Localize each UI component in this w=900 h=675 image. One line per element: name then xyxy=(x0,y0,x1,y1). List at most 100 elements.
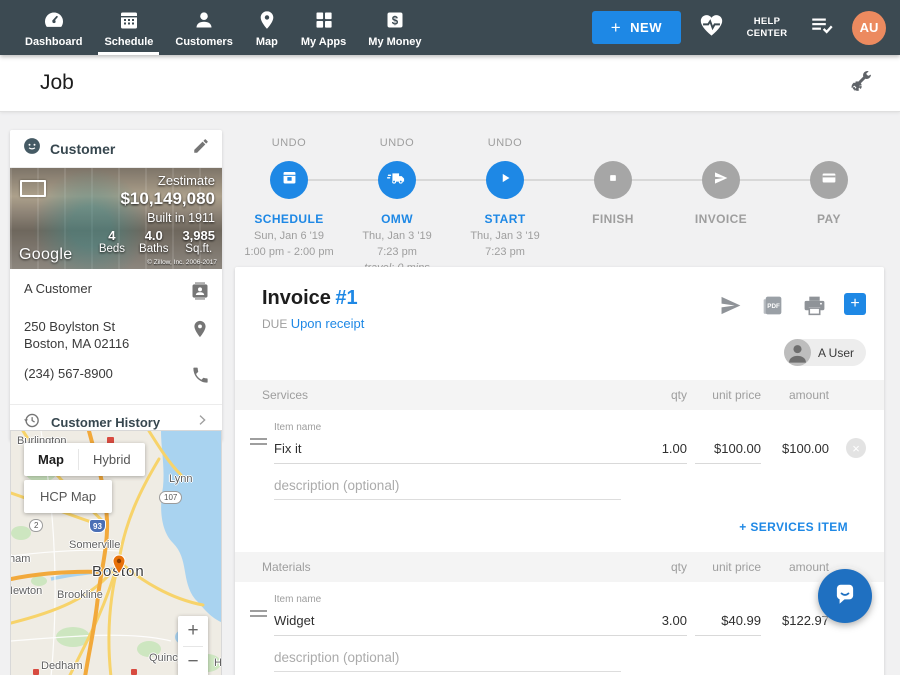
svg-text:$: $ xyxy=(392,15,399,27)
undo-link[interactable]: UNDO xyxy=(380,137,414,151)
help-center-label[interactable]: HELP CENTER xyxy=(742,16,792,40)
drag-handle[interactable] xyxy=(250,607,274,636)
user-avatar[interactable]: AU xyxy=(852,11,886,45)
chat-widget-button[interactable] xyxy=(818,569,872,623)
finish-step-button[interactable] xyxy=(594,161,632,199)
map-label-waltham: ham xyxy=(10,553,30,565)
timeline-step-schedule: UNDO SCHEDULE Sun, Jan 6 '19 1:00 pm - 2… xyxy=(235,125,343,277)
zoom-in-button[interactable]: + xyxy=(178,616,208,646)
unit-price-input[interactable]: $100.00 xyxy=(695,441,761,464)
nav-tab-map[interactable]: Map xyxy=(244,0,290,55)
sqft-label: Sq.ft. xyxy=(182,243,215,255)
print-icon[interactable] xyxy=(802,293,827,323)
description-input[interactable]: description (optional) xyxy=(274,478,621,500)
contact-card-icon[interactable] xyxy=(190,281,210,306)
nav-tab-schedule[interactable]: Schedule xyxy=(93,0,164,55)
drag-handle[interactable] xyxy=(250,435,274,464)
baths-value: 4.0 xyxy=(139,228,168,243)
omw-step-button[interactable] xyxy=(378,161,416,199)
map-widget[interactable]: Burlington Lynn Somerville Boston ham Ne… xyxy=(10,430,222,675)
due-value-link[interactable]: Upon receipt xyxy=(291,316,365,331)
calendar-icon xyxy=(280,168,299,192)
invoice-number[interactable]: #1 xyxy=(335,287,357,309)
item-name-input[interactable]: Fix it xyxy=(274,441,621,464)
job-settings-wrench-icon[interactable] xyxy=(848,68,874,99)
step-label[interactable]: OMW xyxy=(381,212,413,226)
svg-text:PDF: PDF xyxy=(767,303,780,310)
map-zoom-control: + − xyxy=(178,616,208,675)
send-invoice-icon[interactable] xyxy=(718,293,743,323)
route-107-badge: 107 xyxy=(159,491,182,504)
zestimate-label: Zestimate xyxy=(99,173,215,188)
job-status-timeline: UNDO SCHEDULE Sun, Jan 6 '19 1:00 pm - 2… xyxy=(235,125,884,265)
interstate-93-badge: 93 xyxy=(89,519,106,533)
map-label-newton: Newton xyxy=(10,585,42,597)
map-label-hingham: Hi xyxy=(214,657,222,669)
customer-card: Customer Zestimate $10,149,080 Built in … xyxy=(10,130,222,441)
qty-input[interactable]: 3.00 xyxy=(621,613,687,636)
services-section-header: Services qty unit price amount xyxy=(235,380,884,410)
item-name-input[interactable]: Widget xyxy=(274,613,621,636)
step-label: PAY xyxy=(817,212,841,226)
step-time: 1:00 pm - 2:00 pm xyxy=(244,246,333,258)
nav-tab-label: Customers xyxy=(175,36,232,48)
step-date: Sun, Jan 6 '19 xyxy=(254,230,324,242)
unit-price-input[interactable]: $40.99 xyxy=(695,613,761,636)
add-services-item-link[interactable]: + SERVICES ITEM xyxy=(739,520,848,534)
location-pin-icon[interactable] xyxy=(190,319,210,344)
top-navigation: Dashboard Schedule Customers Map My Apps… xyxy=(0,0,900,55)
unit-price-column-header: unit price xyxy=(695,560,761,574)
health-heart-icon[interactable] xyxy=(698,12,725,44)
street-view-toggle-icon[interactable] xyxy=(20,180,46,197)
nav-tab-label: My Apps xyxy=(301,36,346,48)
step-label[interactable]: START xyxy=(484,212,525,226)
nav-tab-dashboard[interactable]: Dashboard xyxy=(14,0,93,55)
nav-tab-my-apps[interactable]: My Apps xyxy=(290,0,357,55)
map-type-map-button[interactable]: Map xyxy=(24,443,78,476)
phone-icon[interactable] xyxy=(191,366,210,390)
qty-input[interactable]: 1.00 xyxy=(621,441,687,464)
map-type-hybrid-button[interactable]: Hybrid xyxy=(79,443,145,476)
remove-item-button[interactable]: × xyxy=(846,438,866,458)
schedule-step-button[interactable] xyxy=(270,161,308,199)
undo-link[interactable]: UNDO xyxy=(272,137,306,151)
amount-column-header: amount xyxy=(761,560,829,574)
qty-column-header: qty xyxy=(621,560,687,574)
map-label-brookline: Brookline xyxy=(57,589,103,601)
nav-tab-label: Map xyxy=(256,36,278,48)
qty-column-header: qty xyxy=(621,388,687,402)
edit-pencil-icon[interactable] xyxy=(192,137,210,160)
step-label: FINISH xyxy=(592,212,634,226)
plus-icon: + xyxy=(611,21,621,34)
invoice-step-button[interactable] xyxy=(702,161,740,199)
hcp-map-button[interactable]: HCP Map xyxy=(24,480,112,513)
description-input[interactable]: description (optional) xyxy=(274,650,621,672)
pay-step-button[interactable] xyxy=(810,161,848,199)
add-invoice-button[interactable]: + xyxy=(844,293,866,315)
nav-right-cluster: + NEW HELP CENTER AU xyxy=(592,0,900,55)
map-label-lynn: Lynn xyxy=(169,473,192,485)
timeline-step-finish: FINISH xyxy=(559,125,667,277)
property-photo: Zestimate $10,149,080 Built in 1911 4Bed… xyxy=(10,168,222,269)
nav-tab-label: My Money xyxy=(368,36,421,48)
nav-tab-my-money[interactable]: $ My Money xyxy=(357,0,432,55)
invoice-actions: PDF + xyxy=(718,287,866,331)
assignee-chip[interactable]: A User xyxy=(784,339,866,366)
new-button[interactable]: + NEW xyxy=(592,11,681,44)
materials-section-header: Materials qty unit price amount xyxy=(235,552,884,582)
due-label: DUE xyxy=(262,317,287,331)
customer-name-row: A Customer xyxy=(24,281,210,306)
timeline-step-omw: UNDO OMW Thu, Jan 3 '19 7:23 pm travel: … xyxy=(343,125,451,277)
step-label[interactable]: SCHEDULE xyxy=(254,212,323,226)
stop-icon xyxy=(604,169,622,192)
task-list-check-icon[interactable] xyxy=(809,12,835,43)
pdf-icon[interactable]: PDF xyxy=(760,293,785,323)
item-name-label: Item name xyxy=(274,594,621,605)
zoom-out-button[interactable]: − xyxy=(178,647,208,675)
start-step-button[interactable] xyxy=(486,161,524,199)
assignee-name: A User xyxy=(818,346,854,360)
materials-line-item: Item name Widget 3.00 $40.99 $122.97 xyxy=(235,582,884,636)
undo-link[interactable]: UNDO xyxy=(488,137,522,151)
nav-tab-customers[interactable]: Customers xyxy=(164,0,243,55)
customer-name: A Customer xyxy=(24,281,92,298)
